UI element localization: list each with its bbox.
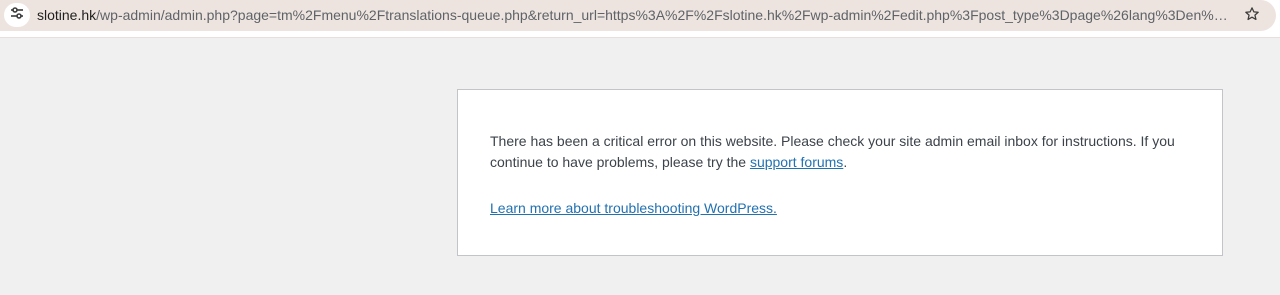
url-host: slotine.hk bbox=[37, 7, 97, 23]
browser-toolbar: slotine.hk/wp-admin/admin.php?page=tm%2F… bbox=[0, 0, 1280, 38]
tune-icon bbox=[9, 5, 25, 26]
critical-error-box: There has been a critical error on this … bbox=[457, 89, 1223, 256]
bookmark-button[interactable] bbox=[1241, 5, 1263, 27]
star-icon bbox=[1244, 6, 1260, 27]
learn-more-link[interactable]: Learn more about troubleshooting WordPre… bbox=[490, 200, 777, 216]
error-message-end: . bbox=[843, 154, 848, 170]
site-info-button[interactable] bbox=[4, 3, 30, 27]
page-content: There has been a critical error on this … bbox=[0, 38, 1280, 295]
address-bar[interactable]: slotine.hk/wp-admin/admin.php?page=tm%2F… bbox=[0, 0, 1276, 31]
url-text[interactable]: slotine.hk/wp-admin/admin.php?page=tm%2F… bbox=[37, 7, 1233, 24]
error-message: There has been a critical error on this … bbox=[490, 131, 1180, 173]
learn-more-paragraph: Learn more about troubleshooting WordPre… bbox=[490, 198, 1190, 219]
url-path: /wp-admin/admin.php?page=tm%2Fmenu%2Ftra… bbox=[96, 7, 1233, 23]
support-forums-link[interactable]: support forums bbox=[750, 154, 843, 170]
